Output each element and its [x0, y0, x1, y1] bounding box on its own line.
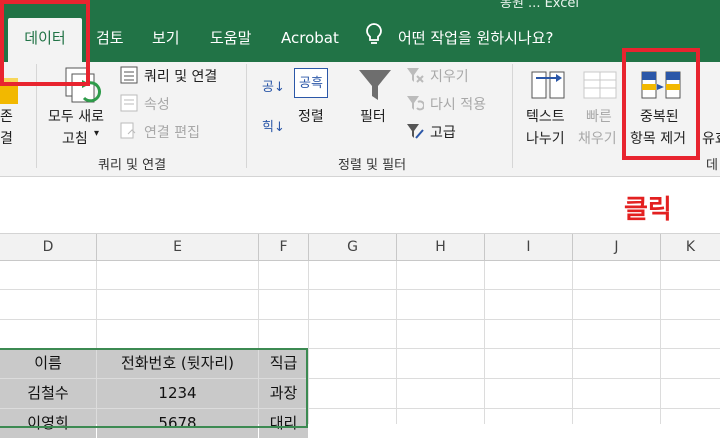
clear-filter-icon [406, 66, 424, 88]
tell-me-search[interactable]: 어떤 작업을 원하시나요? [398, 22, 554, 54]
tab-view[interactable]: 보기 [152, 22, 180, 54]
grid-line [0, 319, 720, 320]
tab-review[interactable]: 검토 [96, 22, 124, 54]
grid-line [572, 261, 573, 424]
reapply-icon [406, 94, 426, 116]
column-header-j[interactable]: J [573, 234, 661, 260]
highlight-box-data-tab [0, 0, 90, 86]
flash-fill-button[interactable]: 빠른 [586, 106, 612, 126]
existing-connections-label-2: 결 [0, 131, 13, 147]
grid-line [660, 261, 661, 424]
properties-button[interactable]: 속성 [144, 94, 170, 114]
reapply-button[interactable]: 다시 적용 [430, 94, 486, 114]
group-divider [246, 64, 247, 168]
column-header-d[interactable]: D [0, 234, 97, 260]
tab-help[interactable]: 도움말 [210, 22, 251, 54]
queries-icon [120, 66, 138, 88]
sort-desc-button[interactable]: 힉↓ [262, 116, 285, 135]
column-headers: D E F G H I J K [0, 234, 720, 261]
formula-area: 클릭 [0, 177, 720, 234]
column-header-f[interactable]: F [259, 234, 309, 260]
grid-line [308, 261, 309, 424]
column-header-k[interactable]: K [661, 234, 720, 260]
tab-acrobat[interactable]: Acrobat [281, 22, 339, 54]
group-label-sort-filter: 정렬 및 필터 [338, 158, 407, 173]
flash-fill-label-2: 채우기 [578, 131, 617, 147]
sort-button[interactable]: 정렬 [298, 106, 324, 126]
column-header-i[interactable]: I [485, 234, 573, 260]
edit-links-icon [120, 122, 138, 144]
existing-connections-label[interactable]: 존 [0, 106, 13, 126]
text-to-columns-label-2: 나누기 [526, 131, 565, 147]
highlight-box-remove-duplicates [622, 48, 700, 160]
column-header-e[interactable]: E [97, 234, 259, 260]
properties-icon [120, 94, 138, 116]
grid-line [0, 289, 720, 290]
refresh-all-label-2: 고침 [62, 131, 88, 147]
filter-icon [358, 68, 392, 106]
clear-button[interactable]: 지우기 [430, 66, 469, 86]
lightbulb-icon [364, 22, 384, 54]
grid-line [484, 261, 485, 424]
filter-button[interactable]: 필터 [360, 106, 386, 126]
window-title: 동원 ... Excel [500, 0, 580, 11]
group-divider [512, 64, 513, 168]
ribbon-tab-bar: 동원 ... Excel 데이터 검토 보기 도움말 Acrobat 어떤 작업… [0, 0, 720, 62]
text-to-columns-icon [530, 68, 566, 106]
data-validation-partial[interactable]: 유효 [702, 128, 720, 148]
group-label-queries: 쿼리 및 연결 [98, 158, 167, 173]
click-annotation: 클릭 [624, 195, 672, 225]
ribbon: 존 결 모두 새로 고침 ▾ 쿼리 및 연결 속성 연결 편집 쿼리 및 연결 … [0, 62, 720, 177]
edit-links-button[interactable]: 연결 편집 [144, 122, 200, 142]
refresh-all-button[interactable]: 모두 새로 [48, 106, 104, 126]
flash-fill-icon [582, 68, 618, 106]
sort-icon: 공흑 [294, 68, 328, 98]
advanced-filter-icon [406, 122, 424, 144]
queries-connections-button[interactable]: 쿼리 및 연결 [144, 66, 217, 86]
group-label-data-tools: 데 [706, 158, 718, 173]
text-to-columns-button[interactable]: 텍스트 [526, 106, 565, 126]
advanced-button[interactable]: 고급 [430, 122, 456, 142]
grid-line [396, 261, 397, 424]
table-selection-border [0, 348, 308, 428]
worksheet-grid[interactable]: 이름 전화번호 (뒷자리) 직급 김철수 1234 과장 이영희 5678 대리 [0, 261, 720, 438]
chevron-down-icon: ▾ [94, 128, 100, 139]
column-header-g[interactable]: G [309, 234, 397, 260]
column-header-h[interactable]: H [397, 234, 485, 260]
sort-asc-button[interactable]: 공↓ [262, 76, 285, 95]
